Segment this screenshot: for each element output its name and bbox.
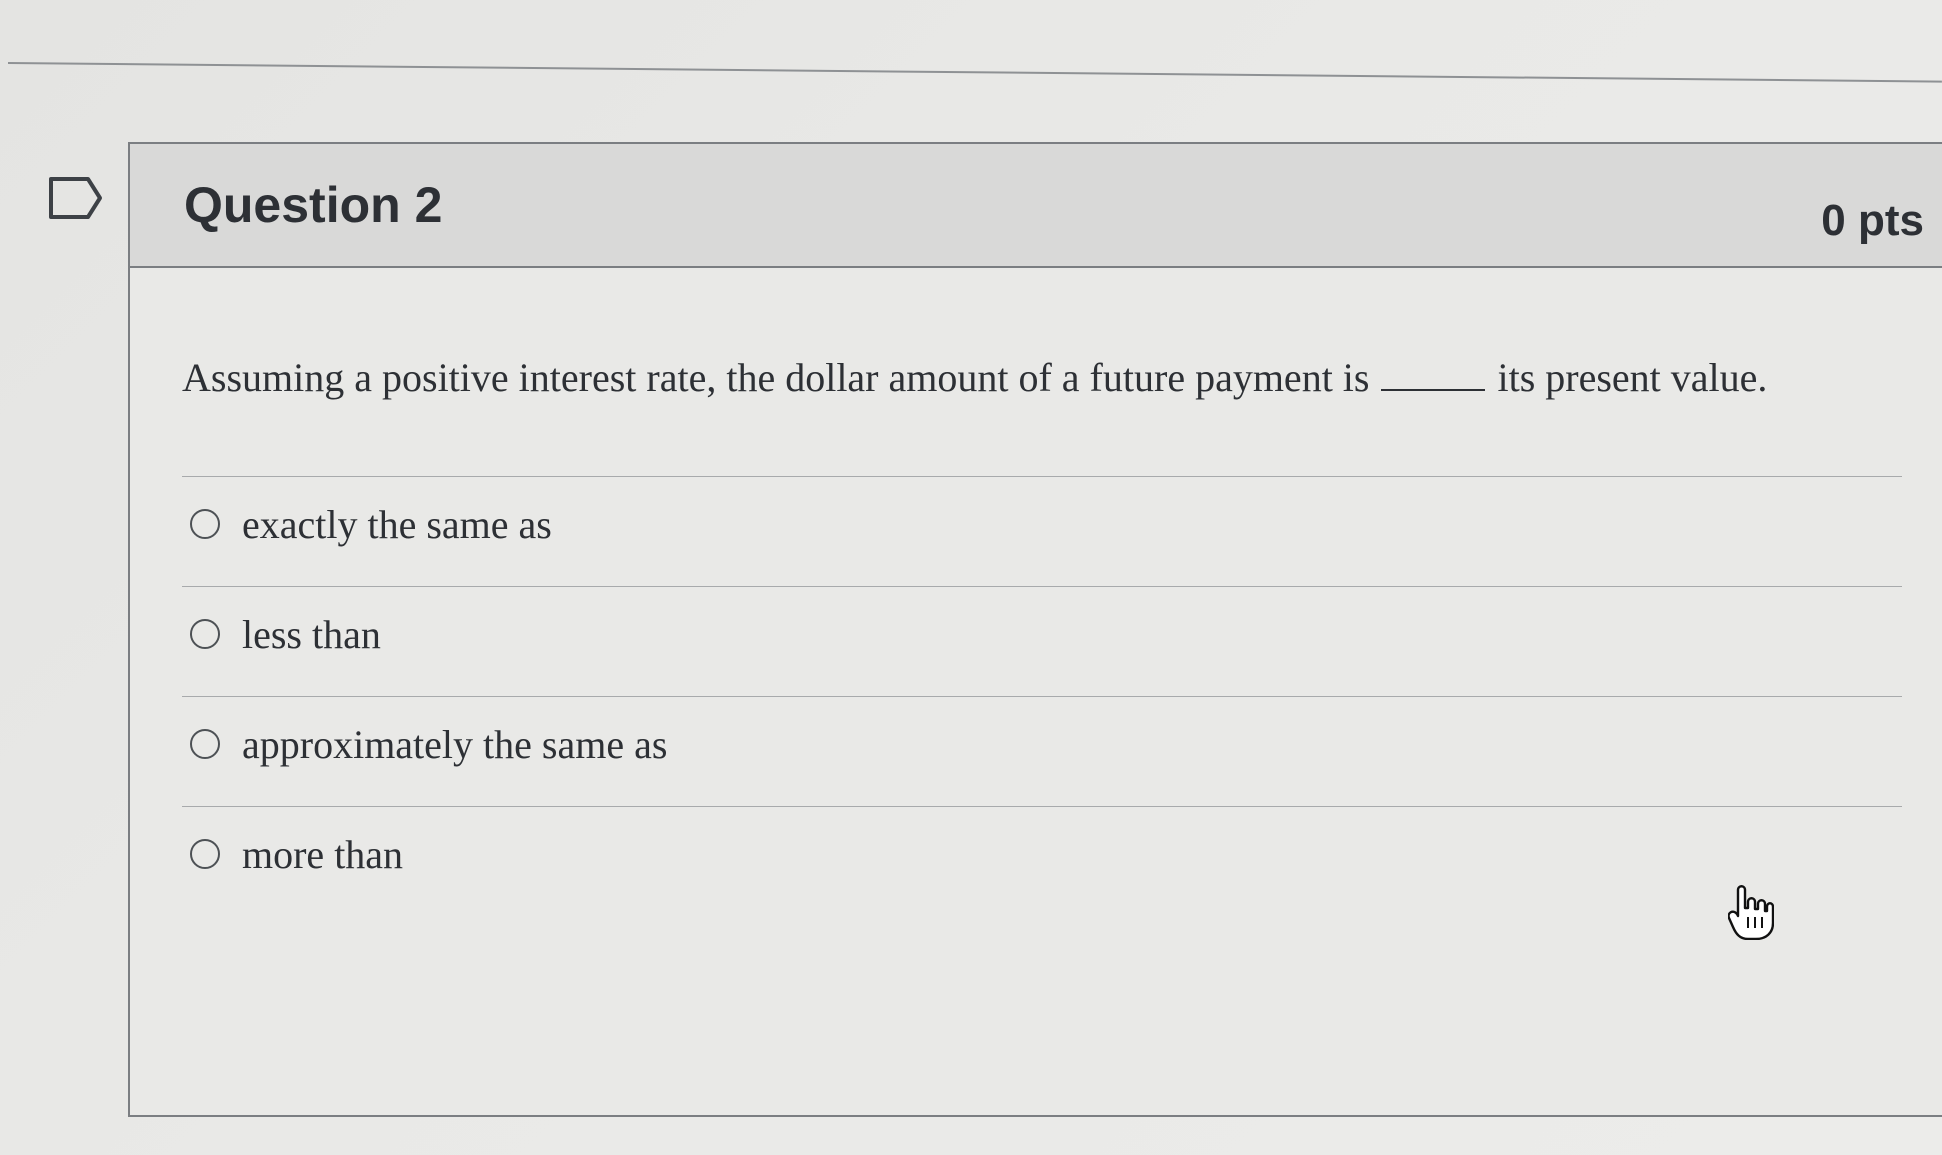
radio-button[interactable] [190, 619, 220, 649]
flag-icon[interactable] [48, 176, 104, 220]
answer-option-more-than[interactable]: more than [190, 824, 403, 884]
answer-divider [182, 696, 1902, 697]
question-title: Question 2 [184, 177, 443, 233]
answer-option-exactly-same[interactable]: exactly the same as [190, 494, 552, 554]
answer-option-approximately-same[interactable]: approximately the same as [190, 714, 667, 774]
answer-option-less-than[interactable]: less than [190, 604, 381, 664]
top-divider [7, 62, 1942, 83]
radio-button[interactable] [190, 729, 220, 759]
question-prompt: Assuming a positive interest rate, the d… [182, 354, 1767, 401]
radio-button[interactable] [190, 839, 220, 869]
answer-label: approximately the same as [242, 721, 668, 767]
answer-divider [182, 476, 1902, 477]
radio-button[interactable] [190, 509, 220, 539]
fill-in-blank [1381, 359, 1486, 391]
answer-label: more than [242, 831, 404, 877]
question-points: 0 pts [1821, 196, 1924, 245]
hand-pointer-icon [1728, 885, 1774, 940]
answer-label: exactly the same as [242, 501, 552, 547]
question-text-after-blank: its present value. [1497, 355, 1768, 400]
answer-divider [182, 586, 1902, 587]
question-header: Question 2 0 pts [130, 144, 1942, 268]
question-card: Question 2 0 pts Assuming a positive int… [128, 142, 1942, 1117]
answer-label: less than [242, 611, 381, 657]
answer-divider [182, 806, 1902, 807]
question-text-before-blank: Assuming a positive interest rate, the d… [182, 355, 1370, 400]
